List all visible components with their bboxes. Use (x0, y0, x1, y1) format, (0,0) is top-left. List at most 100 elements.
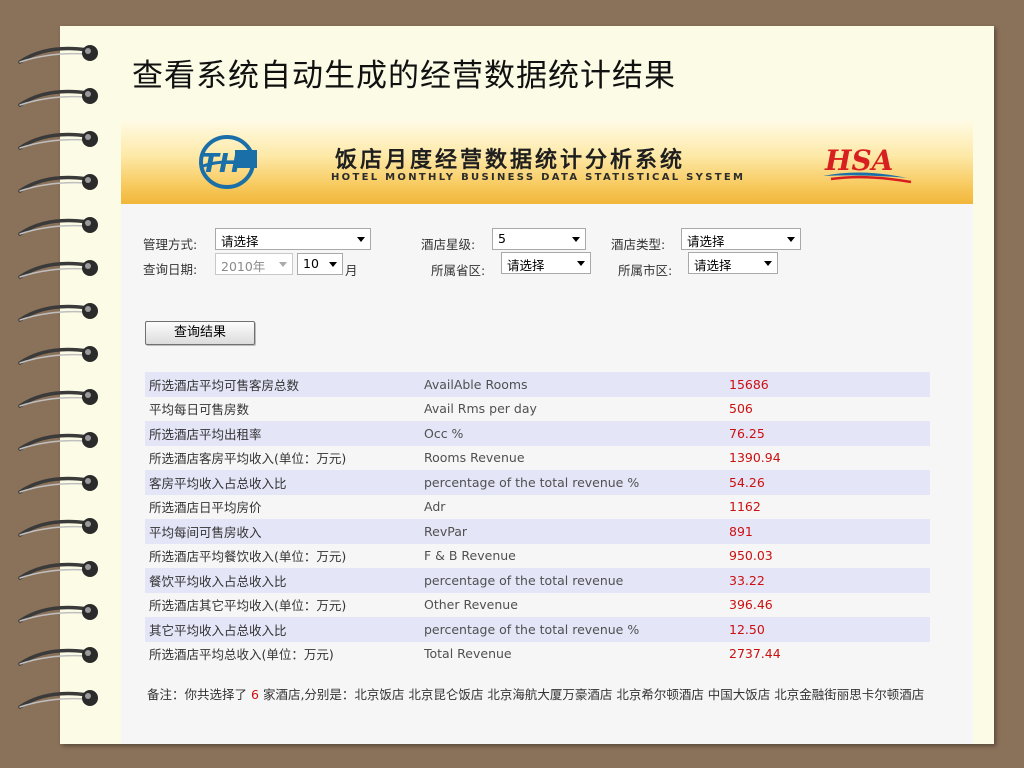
management-select[interactable]: 请选择 (215, 228, 371, 250)
system-title-en: HOTEL MONTHLY BUSINESS DATA STATISTICAL … (331, 172, 746, 183)
chevron-down-icon (764, 261, 772, 266)
city-label: 所属市区: (618, 263, 673, 278)
star-level-select[interactable]: 5 (492, 228, 586, 250)
stat-value: 506 (725, 396, 930, 421)
spiral-ring (18, 432, 98, 451)
spiral-ring (18, 346, 98, 365)
slide-title: 查看系统自动生成的经营数据统计结果 (132, 58, 676, 94)
stat-name-en: Total Revenue (420, 641, 725, 666)
app-banner: TH 饭店月度经营数据统计分析系统 HOTEL MONTHLY BUSINESS… (121, 120, 973, 204)
stat-name-en: Adr (420, 494, 725, 519)
table-row: 客房平均收入占总收入比 percentage of the total reven… (145, 470, 930, 495)
stat-name-cn: 所选酒店平均总收入(单位：万元) (145, 641, 420, 666)
year-value: 2010年 (221, 259, 266, 274)
city-select[interactable]: 请选择 (688, 252, 778, 274)
stat-name-en: Other Revenue (420, 592, 725, 617)
province-select[interactable]: 请选择 (501, 252, 591, 274)
chevron-down-icon (572, 237, 580, 242)
table-row: 所选酒店平均总收入(单位：万元) Total Revenue 2737.44 (145, 641, 930, 666)
stat-value: 2737.44 (725, 641, 930, 666)
stat-name-en: percentage of the total revenue % (420, 470, 725, 495)
remark-prefix: 备注：你共选择了 (147, 687, 248, 702)
stat-value: 1162 (725, 494, 930, 519)
hotel-type-value: 请选择 (687, 234, 725, 249)
stat-value: 1390.94 (725, 445, 930, 470)
stat-name-en: Occ % (420, 421, 725, 446)
spiral-ring (18, 88, 98, 107)
table-row: 所选酒店客房平均收入(单位：万元) Rooms Revenue 1390.94 (145, 445, 930, 470)
remark-hotel-list: 家酒店,分别是：北京饭店 北京昆仑饭店 北京海航大厦万豪酒店 北京希尔顿酒店 中… (262, 687, 925, 702)
selected-hotel-count: 6 (251, 687, 259, 702)
month-unit-label: 月 (345, 263, 358, 278)
table-row: 所选酒店平均出租率 Occ % 76.25 (145, 421, 930, 446)
hotel-type-select[interactable]: 请选择 (681, 228, 801, 250)
stat-name-cn: 平均每日可售房数 (145, 396, 420, 421)
month-select[interactable]: 10 (297, 253, 343, 275)
stat-name-cn: 所选酒店平均出租率 (145, 421, 420, 446)
stat-name-en: Rooms Revenue (420, 445, 725, 470)
stat-value: 15686 (725, 372, 930, 397)
spiral-ring (18, 174, 98, 193)
spiral-ring (18, 475, 98, 494)
logo-text: TH (201, 149, 241, 179)
stat-value: 76.25 (725, 421, 930, 446)
chevron-down-icon (577, 261, 585, 266)
stat-name-cn: 客房平均收入占总收入比 (145, 470, 420, 495)
remark-note: 备注：你共选择了 6 家酒店,分别是：北京饭店 北京昆仑饭店 北京海航大厦万豪酒… (147, 684, 947, 705)
query-date-label: 查询日期: (143, 262, 198, 277)
table-row: 平均每间可售房收入 RevPar 891 (145, 519, 930, 544)
city-value: 请选择 (694, 258, 732, 273)
table-row: 所选酒店平均可售客房总数 AvailAble Rooms 15686 (145, 372, 930, 397)
stat-name-en: percentage of the total revenue (420, 568, 725, 593)
management-value: 请选择 (221, 234, 259, 249)
stat-name-cn: 所选酒店平均可售客房总数 (145, 372, 420, 397)
table-row: 餐饮平均收入占总收入比 percentage of the total reven… (145, 568, 930, 593)
province-label: 所属省区: (431, 263, 486, 278)
statistics-table: 所选酒店平均可售客房总数 AvailAble Rooms 15686 平均每日可售房数… (145, 372, 930, 666)
table-row: 平均每日可售房数 Avail Rms per day 506 (145, 396, 930, 421)
stat-name-en: F & B Revenue (420, 543, 725, 568)
spiral-ring (18, 260, 98, 279)
chevron-down-icon (357, 237, 365, 242)
year-select[interactable]: 2010年 (215, 253, 293, 275)
stat-name-cn: 所选酒店平均餐饮收入(单位：万元) (145, 543, 420, 568)
stat-value: 33.22 (725, 568, 930, 593)
spiral-ring (18, 303, 98, 322)
stat-value: 12.50 (725, 617, 930, 642)
system-title-cn: 饭店月度经营数据统计分析系统 (335, 148, 686, 173)
chevron-down-icon (329, 262, 337, 267)
stat-name-cn: 所选酒店其它平均收入(单位：万元) (145, 592, 420, 617)
spiral-ring (18, 217, 98, 236)
stat-value: 396.46 (725, 592, 930, 617)
spiral-ring (18, 647, 98, 666)
stat-name-cn: 所选酒店客房平均收入(单位：万元) (145, 445, 420, 470)
stat-name-cn: 其它平均收入占总收入比 (145, 617, 420, 642)
star-level-value: 5 (498, 231, 506, 246)
spiral-ring (18, 131, 98, 150)
stat-name-en: percentage of the total revenue % (420, 617, 725, 642)
table-row: 其它平均收入占总收入比 percentage of the total reven… (145, 617, 930, 642)
stat-value: 54.26 (725, 470, 930, 495)
hotel-type-label: 酒店类型: (611, 237, 666, 252)
stat-name-cn: 餐饮平均收入占总收入比 (145, 568, 420, 593)
spiral-ring (18, 389, 98, 408)
table-row: 所选酒店日平均房价 Adr 1162 (145, 494, 930, 519)
spiral-ring (18, 690, 98, 709)
spiral-ring (18, 561, 98, 580)
chevron-down-icon (787, 237, 795, 242)
stat-name-en: RevPar (420, 519, 725, 544)
brand-text: HSA (824, 144, 893, 177)
stat-name-en: Avail Rms per day (420, 396, 725, 421)
spiral-ring (18, 518, 98, 537)
spiral-ring (18, 45, 98, 64)
month-value: 10 (303, 256, 319, 271)
stat-name-en: AvailAble Rooms (420, 372, 725, 397)
stat-value: 891 (725, 519, 930, 544)
star-level-label: 酒店星级: (421, 237, 476, 252)
hsa-brand-logo: HSA (823, 144, 912, 184)
query-results-button[interactable]: 查询结果 (145, 321, 255, 345)
stat-name-cn: 平均每间可售房收入 (145, 519, 420, 544)
table-row: 所选酒店平均餐饮收入(单位：万元) F & B Revenue 950.03 (145, 543, 930, 568)
hotel-stats-app: TH 饭店月度经营数据统计分析系统 HOTEL MONTHLY BUSINESS… (121, 120, 973, 744)
chevron-down-icon (279, 262, 287, 267)
